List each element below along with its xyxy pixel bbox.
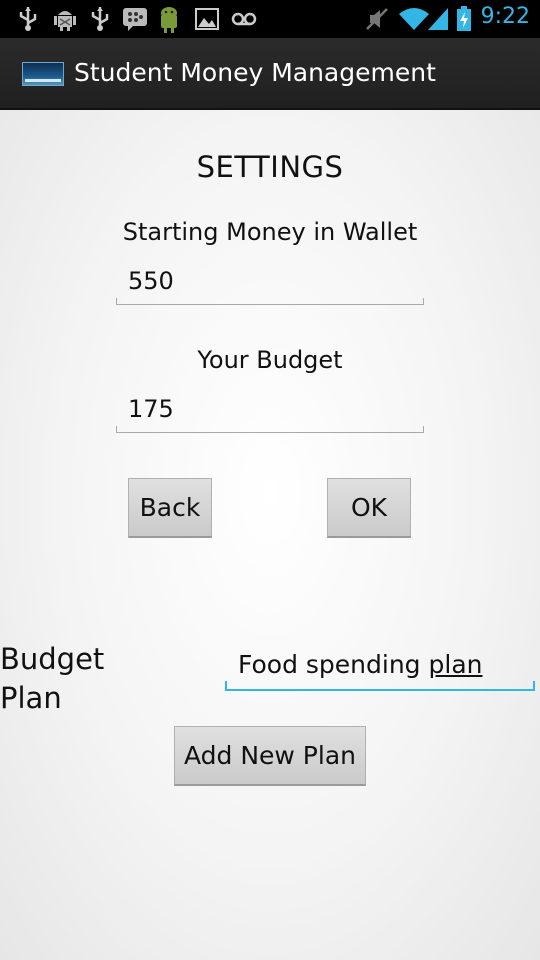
settings-screen: SETTINGS Starting Money in Wallet 550 Yo…: [0, 110, 540, 960]
status-time: 9:22: [480, 4, 530, 29]
ok-button[interactable]: OK: [327, 478, 411, 538]
action-bar: Student Money Management: [0, 38, 540, 110]
app-logo-icon[interactable]: [22, 62, 64, 86]
android-debug-icon: [54, 11, 76, 31]
usb-icon: [91, 7, 109, 31]
android-icon: [161, 7, 177, 33]
usb-icon: [19, 7, 37, 31]
battery-charging-icon: [457, 6, 471, 31]
budget-plan-label-line1: Budget: [0, 642, 105, 676]
budget-value[interactable]: 175: [128, 395, 174, 423]
add-new-plan-button[interactable]: Add New Plan: [174, 726, 366, 786]
plan-value-prefix: Food spending: [238, 650, 429, 679]
budget-plan-label-line2: Plan: [0, 681, 62, 715]
status-bar: 9:22: [0, 0, 540, 38]
budget-plan-label: Budget Plan: [0, 640, 104, 718]
image-icon: [195, 8, 219, 30]
plan-value-word: plan: [428, 650, 483, 679]
page-title: SETTINGS: [196, 150, 344, 184]
wallet-value[interactable]: 550: [128, 267, 174, 295]
budget-plan-input[interactable]: Food spending plan: [225, 646, 535, 691]
mute-icon: [366, 8, 388, 30]
voicemail-icon: [231, 12, 257, 26]
budget-label: Your Budget: [197, 346, 343, 374]
bbm-icon: [123, 8, 147, 31]
budget-plan-value[interactable]: Food spending plan: [238, 650, 482, 679]
signal-icon: [428, 8, 448, 30]
wallet-input[interactable]: 550: [116, 265, 424, 305]
wallet-label: Starting Money in Wallet: [122, 218, 418, 246]
back-button[interactable]: Back: [128, 478, 212, 538]
app-title: Student Money Management: [74, 58, 436, 87]
budget-input[interactable]: 175: [116, 393, 424, 433]
